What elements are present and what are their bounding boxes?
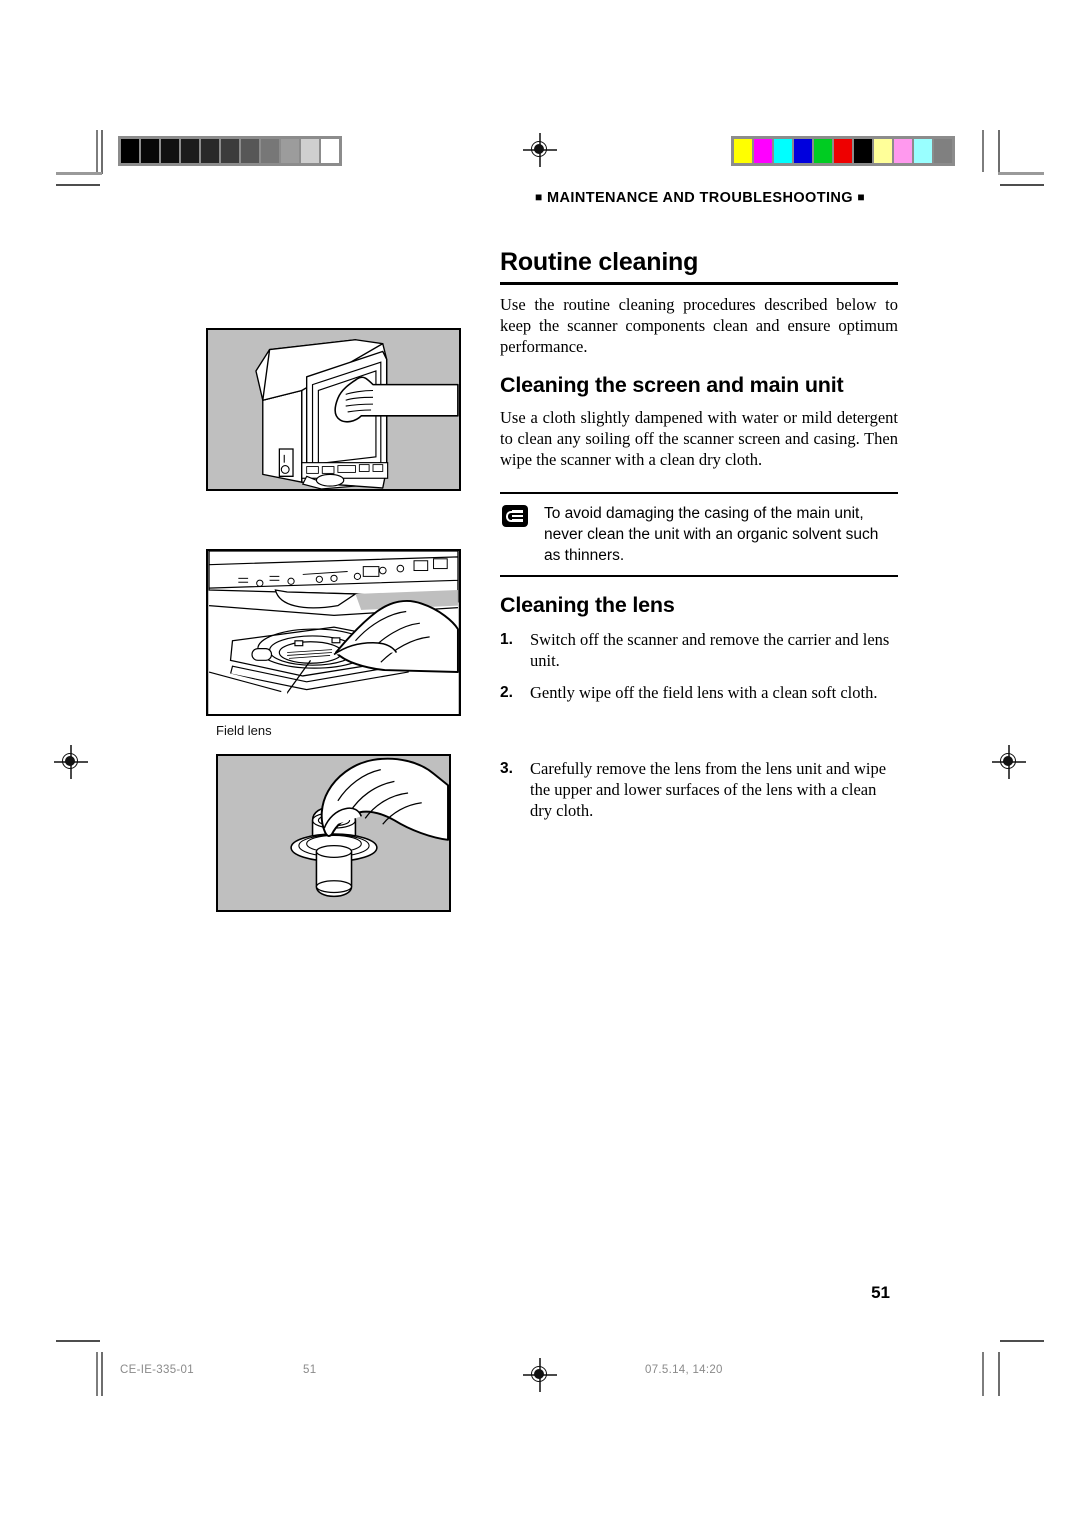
- running-head-marker-right: ■: [857, 190, 866, 204]
- list-item: 3. Carefully remove the lens from the le…: [500, 758, 898, 821]
- figure-lens-removal-art: [218, 756, 449, 910]
- figure-screen-cleaning-art: [209, 330, 459, 489]
- running-head: ■ MAINTENANCE AND TROUBLESHOOTING ■: [500, 190, 900, 206]
- step-text: Gently wipe off the field lens with a cl…: [530, 683, 878, 702]
- footer-timestamp: 07.5.14, 14:20: [645, 1364, 723, 1376]
- footer-doc-code: CE-IE-335-01: [120, 1364, 194, 1376]
- figure-field-lens-caption: Field lens: [216, 723, 272, 738]
- text-column: Routine cleaning Use the routine cleanin…: [500, 248, 898, 703]
- note-icon-line: [512, 514, 523, 517]
- lens-cleaning-steps-continued: 3. Carefully remove the lens from the le…: [500, 752, 898, 821]
- step-text: Carefully remove the lens from the lens …: [530, 759, 887, 820]
- figure-field-lens-art: [208, 551, 459, 714]
- list-item: 1. Switch off the scanner and remove the…: [500, 629, 898, 671]
- footer-page-label: 51: [303, 1364, 317, 1376]
- figure-screen-cleaning: [206, 328, 461, 491]
- page-number: 51: [871, 1283, 890, 1302]
- figure-field-lens-cleaning: [206, 549, 461, 716]
- intro-paragraph: Use the routine cleaning procedures desc…: [500, 295, 898, 356]
- page-content: ■ MAINTENANCE AND TROUBLESHOOTING ■ Fiel…: [0, 0, 1080, 1529]
- lens-cleaning-steps: 1. Switch off the scanner and remove the…: [500, 629, 898, 703]
- caution-note-box: To avoid damaging the casing of the main…: [500, 492, 898, 577]
- step-number: 2.: [500, 684, 513, 701]
- caution-note-text: To avoid damaging the casing of the main…: [544, 505, 879, 564]
- step-number: 1.: [500, 631, 513, 648]
- figure-lens-removal: [216, 754, 451, 912]
- steps-continued-list: 3. Carefully remove the lens from the le…: [500, 758, 898, 821]
- note-icon-line: [512, 510, 523, 513]
- cleaning-screen-paragraph: Use a cloth slightly dampened with water…: [500, 408, 898, 469]
- list-item: 2. Gently wipe off the field lens with a…: [500, 682, 898, 703]
- running-head-text: MAINTENANCE AND TROUBLESHOOTING: [547, 190, 853, 206]
- step-text: Switch off the scanner and remove the ca…: [530, 630, 890, 670]
- running-head-marker-left: ■: [534, 190, 543, 204]
- subheading-cleaning-lens: Cleaning the lens: [500, 593, 675, 617]
- note-hand-icon: [502, 505, 528, 527]
- subheading-cleaning-screen: Cleaning the screen and main unit: [500, 373, 844, 397]
- note-icon-line: [512, 519, 523, 522]
- page-title: Routine cleaning: [500, 248, 898, 285]
- step-number: 3.: [500, 760, 513, 777]
